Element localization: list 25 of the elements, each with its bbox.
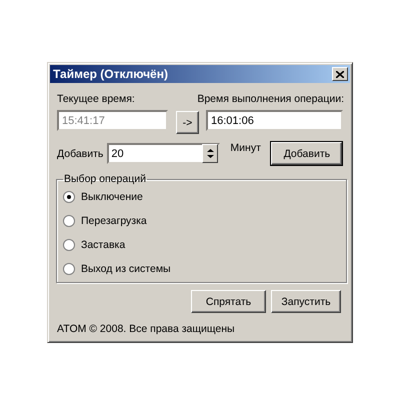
action-button[interactable]: Запустить [271, 290, 341, 313]
radio-button[interactable] [63, 263, 75, 275]
window-title: Таймер (Отключён) [53, 67, 168, 81]
close-button[interactable] [332, 67, 348, 81]
add-button[interactable]: Добавить [271, 142, 342, 165]
minutes-input[interactable]: 20 [109, 148, 194, 160]
copyright-text: ATOM © 2008. Все права защищены [57, 323, 236, 335]
minutes-spinner[interactable]: 20 [107, 143, 220, 164]
group-title: Выбор операций [63, 173, 147, 185]
option-label: Заставка [81, 239, 126, 251]
spin-arrows-icon[interactable] [202, 144, 218, 163]
run-time-label: Время выполнения операции: [197, 93, 344, 105]
radio-button[interactable] [63, 239, 75, 251]
action-button[interactable]: Спрятать [191, 290, 266, 313]
minutes-label: Минут [230, 142, 262, 154]
radio-button[interactable] [63, 215, 75, 227]
option-label: Выключение [81, 191, 143, 203]
close-icon [336, 70, 344, 78]
option-label: Выход из системы [81, 263, 171, 275]
option-label: Перезагрузка [81, 215, 147, 227]
transfer-button[interactable]: -> [176, 111, 199, 134]
add-label: Добавить [57, 148, 104, 160]
current-time-label: Текущее время: [57, 93, 136, 105]
radio-button[interactable] [63, 191, 75, 203]
run-time-field[interactable]: 16:01:06 [206, 110, 343, 131]
